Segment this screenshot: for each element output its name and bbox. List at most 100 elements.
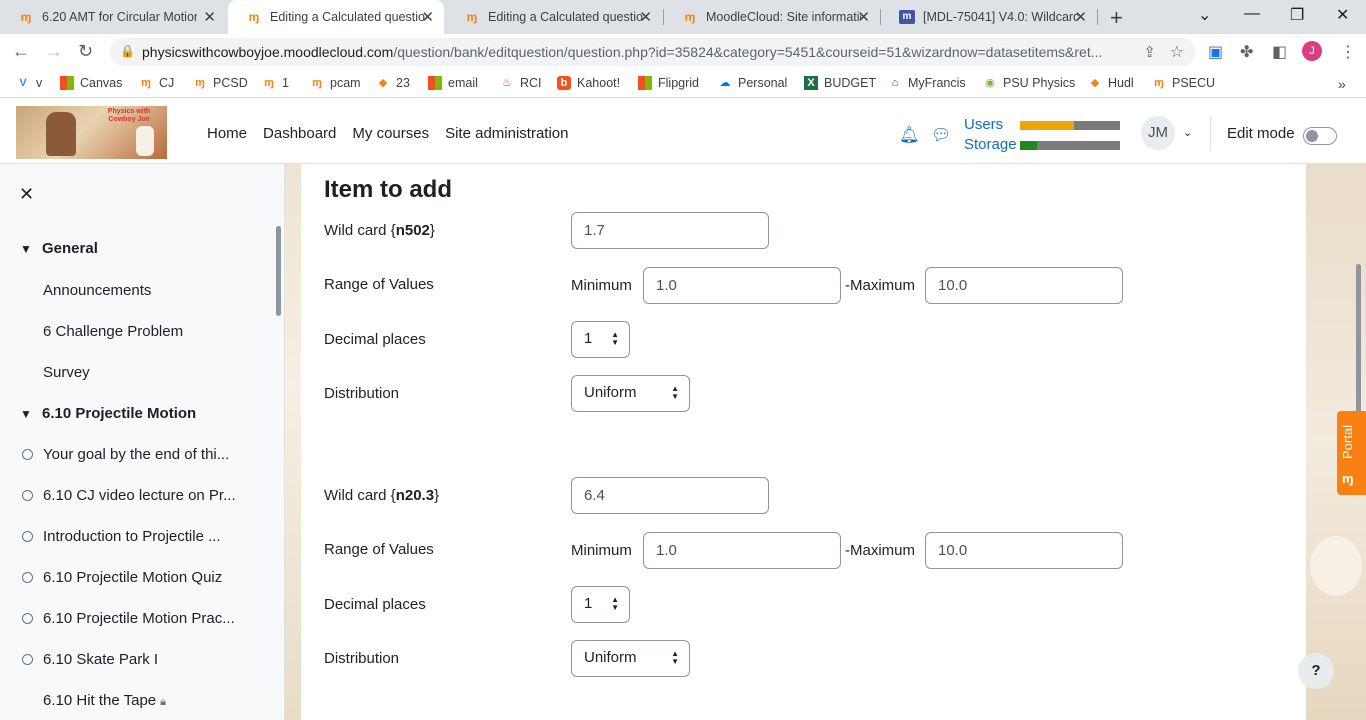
course-index-item[interactable]: Survey xyxy=(43,364,90,381)
nav-home[interactable]: Home xyxy=(207,125,247,142)
nav-my-courses[interactable]: My courses xyxy=(352,125,429,142)
bookmark-item[interactable]: ☁ Personal xyxy=(718,76,788,90)
users-usage-bar xyxy=(1020,121,1120,130)
bookmark-item[interactable]: ɱ PCSD xyxy=(193,76,248,90)
course-index-item[interactable]: 6 Challenge Problem xyxy=(43,323,183,340)
course-index-item[interactable]: 6.10 Projectile Motion Quiz xyxy=(43,569,222,586)
nav-site-administration[interactable]: Site administration xyxy=(445,125,568,142)
bookmark-item[interactable]: ◉ PSU Physics xyxy=(983,76,1075,90)
bookmark-item[interactable]: ɱ CJ xyxy=(139,76,174,90)
bookmark-item[interactable]: b Kahoot! xyxy=(557,76,620,90)
profile-avatar[interactable]: J xyxy=(1302,41,1322,61)
menu-kebab-icon[interactable]: ⋮ xyxy=(1340,42,1356,62)
side-panel-icon[interactable]: ◧ xyxy=(1272,42,1287,62)
bookmark-item[interactable]: ♨ RCI xyxy=(500,76,541,90)
close-icon[interactable]: ✕ xyxy=(857,8,870,26)
lock-icon: 🔒 xyxy=(120,44,135,58)
chevron-down-icon: ▼ xyxy=(20,407,32,421)
page-title: Item to add xyxy=(324,176,453,203)
bookmark-item[interactable]: ◆ Hudl xyxy=(1088,76,1134,90)
drawer-scrollbar[interactable] xyxy=(276,226,281,316)
section-general[interactable]: ▼ General xyxy=(20,240,98,257)
messages-chat-icon[interactable]: 💬︎ xyxy=(931,125,951,145)
decimal-places-select[interactable]: 1 ▲ ▼ xyxy=(571,586,630,623)
site-logo[interactable]: Physics with Cowboy Joe xyxy=(16,106,167,159)
more-bookmarks-icon[interactable]: » xyxy=(1338,76,1346,92)
close-drawer-icon[interactable]: ✕ xyxy=(19,184,34,205)
bookmark-star-icon[interactable]: ☆ xyxy=(1170,42,1184,62)
completion-circle-icon xyxy=(22,613,33,624)
users-usage-label[interactable]: Users xyxy=(964,116,1003,133)
restore-icon[interactable]: ❐ xyxy=(1290,5,1304,25)
back-icon[interactable]: ← xyxy=(12,41,30,62)
notifications-bell-icon[interactable]: 🔔︎ xyxy=(899,125,919,145)
bookmark-item[interactable]: ɱ pcam xyxy=(310,76,360,90)
select-arrows-icon: ▲ ▼ xyxy=(611,595,619,612)
bookmark-item[interactable]: ɱ1 xyxy=(262,76,289,90)
bookmark-item[interactable]: X BUDGET xyxy=(804,76,876,90)
forward-icon[interactable]: → xyxy=(45,41,63,62)
window-close-icon[interactable]: ✕ xyxy=(1336,5,1349,25)
storage-usage-label[interactable]: Storage xyxy=(964,136,1017,153)
browser-tab[interactable]: m [MDL-75041] V4.0: Wildcards ✕ xyxy=(881,0,1097,34)
url-text: physicswithcowboyjoe.moodlecloud.com/que… xyxy=(142,44,1103,60)
bookmarks-bar: Vv Canvas ɱ CJ ɱ PCSD ɱ1 ɱ pcam ◆ 23 email ♨… xyxy=(0,70,1366,98)
edit-mode-toggle[interactable] xyxy=(1303,127,1337,145)
minimize-icon[interactable]: — xyxy=(1244,5,1260,23)
maximum-input[interactable] xyxy=(925,267,1123,304)
close-icon[interactable]: ✕ xyxy=(1074,8,1087,26)
bookmark-item[interactable]: ⌂ MyFrancis xyxy=(888,76,966,90)
browser-tab[interactable]: ɱ MoodleCloud: Site information ✕ xyxy=(664,0,880,34)
wildcard-value-input[interactable] xyxy=(571,212,769,249)
course-index-item[interactable]: 6.10 Skate Park I xyxy=(43,651,158,668)
share-icon[interactable]: ⇪ xyxy=(1143,43,1156,61)
user-avatar[interactable]: JM xyxy=(1141,116,1175,150)
decimal-places-select[interactable]: 1 ▲ ▼ xyxy=(571,321,630,358)
nav-dashboard[interactable]: Dashboard xyxy=(263,125,336,142)
windows-icon xyxy=(428,76,442,90)
section-projectile-motion[interactable]: ▼ 6.10 Projectile Motion xyxy=(20,405,196,422)
close-icon[interactable]: ✕ xyxy=(639,8,652,26)
bookmark-item[interactable]: ɱ PSECU xyxy=(1152,76,1215,90)
bookmark-item[interactable]: Canvas xyxy=(60,76,122,90)
course-index-item[interactable]: 6.10 CJ video lecture on Pr... xyxy=(43,487,236,504)
browser-tab[interactable]: ɱ 6.20 AMT for Circular Motion ✕ xyxy=(0,0,226,34)
course-index-item[interactable]: 6.10 Projectile Motion Prac... xyxy=(43,610,235,627)
divider xyxy=(1210,117,1211,151)
browser-tab[interactable]: ɱ Editing a Calculated question ✕ xyxy=(446,0,662,34)
portal-tab[interactable]: Portal ɱ xyxy=(1337,411,1366,495)
course-index-item-restricted[interactable]: 6.10 Hit the Tape 🔒︎ xyxy=(43,692,166,709)
bookmark-item[interactable]: ◆ 23 xyxy=(376,76,410,90)
distribution-select[interactable]: Uniform ▲ ▼ xyxy=(571,640,690,677)
browser-tab-active[interactable]: ɱ Editing a Calculated question ✕ xyxy=(228,0,444,34)
distribution-select[interactable]: Uniform ▲ ▼ xyxy=(571,375,690,412)
wildcard-value-input[interactable] xyxy=(571,477,769,514)
moodle-navbar: Physics with Cowboy Joe Home Dashboard M… xyxy=(0,103,1366,164)
help-button[interactable]: ? xyxy=(1298,653,1334,689)
course-index-item[interactable]: Your goal by the end of thi... xyxy=(43,446,229,463)
edit-mode-label: Edit mode xyxy=(1227,125,1295,142)
moodle-icon: ɱ xyxy=(141,77,151,89)
close-icon[interactable]: ✕ xyxy=(203,8,216,26)
bookmark-item[interactable]: Vv xyxy=(16,76,42,90)
tab-search-icon[interactable]: ⌄ xyxy=(1198,5,1211,25)
extensions-puzzle-icon[interactable]: ✤ xyxy=(1240,42,1253,62)
background-decoration xyxy=(1310,536,1362,596)
course-index-item[interactable]: Announcements xyxy=(43,282,151,299)
portal-label: Portal xyxy=(1340,425,1355,459)
fox-icon: ◆ xyxy=(1090,77,1100,89)
address-bar[interactable]: 🔒 physicswithcowboyjoe.moodlecloud.com/q… xyxy=(110,38,1196,66)
bookmark-item[interactable]: Flipgrid xyxy=(638,76,699,90)
storage-usage-fill xyxy=(1020,141,1037,150)
bookmark-item[interactable]: email xyxy=(428,76,478,90)
screencast-extension-icon[interactable]: ▣ xyxy=(1208,42,1223,62)
reload-icon[interactable]: ↻ xyxy=(78,41,93,62)
chevron-down-icon[interactable]: ⌄ xyxy=(1183,126,1192,139)
course-index-item[interactable]: Introduction to Projectile ... xyxy=(43,528,221,545)
close-icon[interactable]: ✕ xyxy=(421,8,434,26)
distribution-label: Distribution xyxy=(324,385,400,402)
maximum-input[interactable] xyxy=(925,532,1123,569)
minimum-input[interactable] xyxy=(643,532,841,569)
minimum-input[interactable] xyxy=(643,267,841,304)
new-tab-button[interactable]: + xyxy=(1110,5,1123,31)
